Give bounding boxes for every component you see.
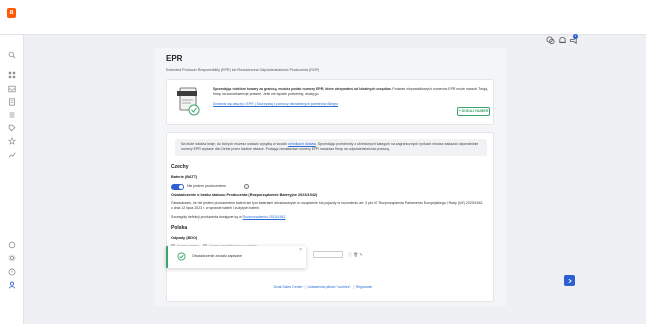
footer-links: Dział Sales Center | Ustawienia plików "co… (0, 285, 646, 289)
waste-label: Odpady (BDO) (171, 236, 198, 240)
banner-text: Sprzedając niektóre towary za granicą, m… (213, 87, 489, 97)
row-actions: ⓘ 🗑 ✎ (348, 252, 363, 258)
app-window: a 1 EPR Extended Producer Responsibility… (0, 0, 646, 324)
footer-separator: | (304, 285, 306, 289)
statement-text: Oświadczam, że nie jestem producentem ba… (171, 201, 483, 210)
regulation-link[interactable]: Rozporządzeniu 2023/1542 (243, 215, 286, 219)
success-toast: Oświadczenie zostało zapisane × (166, 246, 306, 268)
epr-info-banner: Sprzedając niektóre towary za granicą, m… (166, 79, 494, 125)
allegro-logo[interactable]: a (7, 8, 16, 18)
footer-terms-link[interactable]: Regulamin (356, 285, 373, 289)
info-circle-icon[interactable]: ⓘ (348, 252, 352, 257)
bdo-number-input[interactable] (313, 251, 343, 258)
chat-fab-button[interactable] (564, 275, 575, 286)
grid-icon[interactable] (8, 71, 16, 79)
info-text-before: Na liście widzisz kraje, do których może… (181, 142, 289, 146)
shipping-info-text: Na liście widzisz kraje, do których może… (181, 142, 481, 152)
edit-icon[interactable]: ✎ (359, 252, 362, 257)
notification-badge: 1 (573, 34, 578, 39)
footer-separator: | (352, 285, 354, 289)
not-producer-label: Nie jestem producentem (187, 184, 226, 188)
learn-more-link[interactable]: Dowiedz się więcej o EPR (213, 102, 254, 106)
not-producer-toggle[interactable] (171, 184, 184, 190)
info-icon[interactable]: i (244, 184, 249, 189)
add-number-button[interactable]: + DODAJ NUMER (457, 107, 490, 116)
page-title: EPR (166, 54, 183, 63)
settings-icon[interactable] (8, 254, 16, 262)
collapse-icon (568, 278, 572, 283)
help-icon[interactable] (8, 268, 16, 276)
country-heading-polska: Polska (171, 225, 188, 231)
chart-icon[interactable] (8, 151, 16, 159)
check-circle-icon (177, 252, 186, 261)
bell-icon[interactable] (558, 36, 567, 45)
chat-icon[interactable] (546, 36, 555, 45)
toast-message: Oświadczenie zostało zapisane (192, 254, 243, 258)
page-subtitle: Extended Producer Responsibility (EPR) l… (166, 68, 320, 72)
search-icon[interactable] (8, 51, 16, 59)
orders-icon[interactable] (8, 98, 16, 106)
tag-icon[interactable] (8, 124, 16, 132)
banner-links: Dowiedz się więcej o EPR | Skorzystaj z … (213, 102, 338, 106)
statement-title: Oświadczenie o braku statusu Producenta … (171, 193, 318, 197)
footer-sales-center-link[interactable]: Dział Sales Center (274, 285, 303, 289)
producer-definition-text: Szczegóły definicji producenta dostępne … (171, 215, 483, 220)
shipping-info-box: Na liście widzisz kraje, do których może… (175, 139, 487, 156)
details-text: Szczegóły definicji producenta dostępne … (171, 215, 243, 219)
close-icon[interactable]: × (299, 247, 302, 253)
inbox-icon[interactable] (8, 85, 16, 93)
partners-link[interactable]: Skorzystaj z pomocy niezależnych partner… (257, 102, 339, 106)
top-bar: a 1 (0, 0, 646, 45)
document-check-illustration (177, 87, 200, 116)
support-icon[interactable] (8, 241, 16, 249)
star-icon[interactable] (8, 136, 16, 145)
shipping-pricing-link[interactable]: cennikach dostaw (288, 142, 316, 146)
footer-cookies-link[interactable]: Ustawienia plików "cookies" (308, 285, 351, 289)
countries-card: Na liście widzisz kraje, do których może… (166, 132, 494, 302)
sidebar (0, 35, 24, 324)
delete-icon[interactable]: 🗑 (353, 252, 358, 257)
country-heading-czechy: Czechy (171, 164, 189, 170)
list-icon[interactable] (8, 111, 16, 119)
banner-bold: Sprzedając niektóre towary za granicą, m… (213, 87, 392, 91)
battery-label: Baterie (BATT) (171, 175, 198, 179)
